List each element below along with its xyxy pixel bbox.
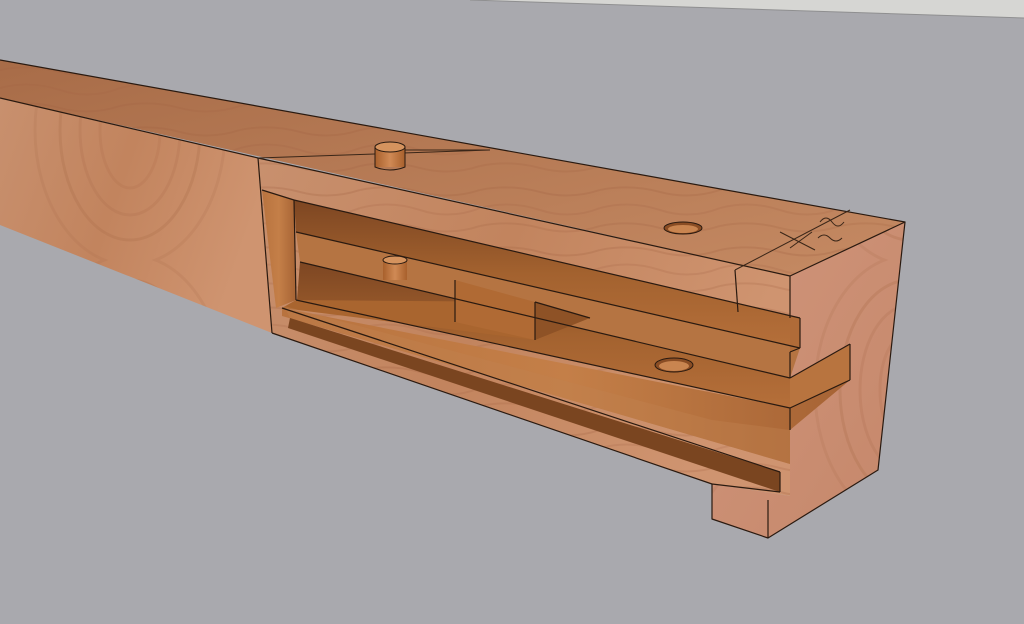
- 3d-viewport[interactable]: [0, 0, 1024, 624]
- peg-hole-tongue[interactable]: [654, 357, 694, 373]
- peg-top[interactable]: [374, 141, 406, 171]
- peg-inner[interactable]: [382, 255, 408, 280]
- peg-hole-top-inner: [668, 225, 698, 233]
- peg-hole-top[interactable]: [663, 221, 703, 235]
- peg-inner-cap: [382, 255, 408, 265]
- timber-joint-model[interactable]: [0, 0, 1024, 624]
- peg-top-cap: [374, 141, 406, 153]
- peg-hole-tongue-inner: [659, 361, 689, 371]
